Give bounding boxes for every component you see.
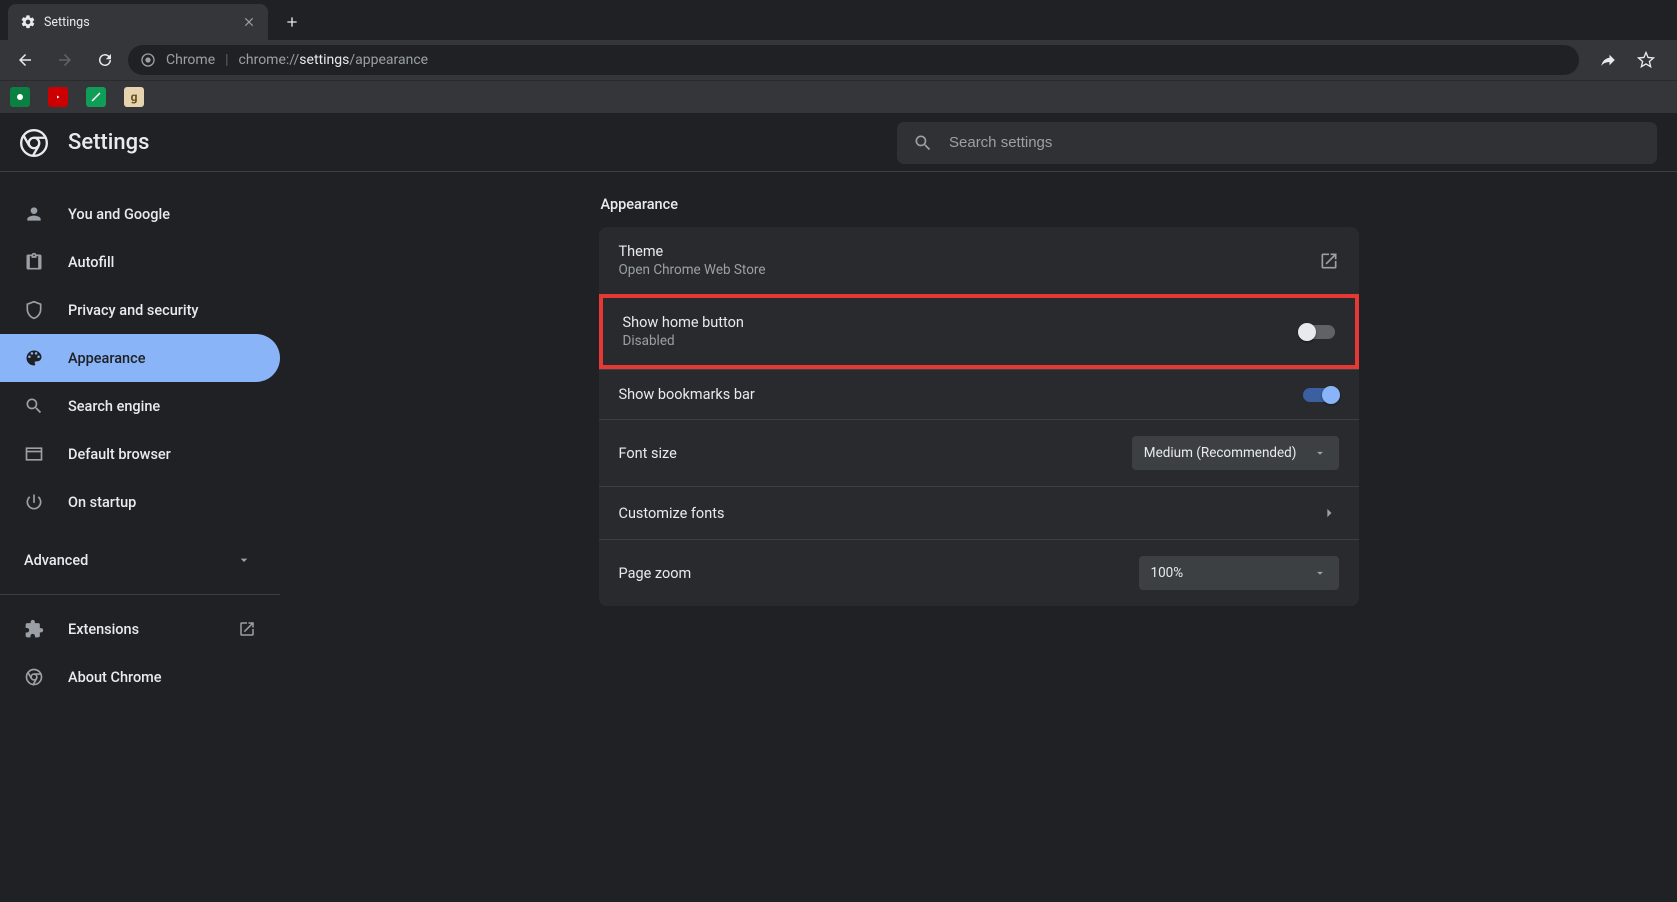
close-icon[interactable]: [242, 15, 256, 29]
url-strong: settings: [299, 52, 349, 68]
new-tab-button[interactable]: [276, 6, 308, 38]
bookmark-icon-3[interactable]: [86, 87, 106, 107]
chrome-logo-icon: [20, 129, 48, 157]
sidebar-item-autofill[interactable]: Autofill: [0, 238, 280, 286]
chevron-right-icon: [1319, 503, 1339, 523]
palette-icon: [24, 348, 44, 368]
sidebar-advanced-toggle[interactable]: Advanced: [0, 536, 280, 584]
shield-icon: [24, 300, 44, 320]
sidebar-item-label: Search engine: [68, 398, 160, 415]
open-external-icon: [238, 620, 256, 638]
sidebar-item-label: Extensions: [68, 621, 139, 638]
browser-toolbar: Chrome | chrome://settings/appearance: [0, 40, 1677, 80]
bookmark-icon-1[interactable]: [10, 87, 30, 107]
sidebar-item-on-startup[interactable]: On startup: [0, 478, 280, 526]
browser-tab[interactable]: Settings: [8, 4, 268, 40]
home-button-toggle[interactable]: [1299, 325, 1335, 339]
sidebar-item-label: Privacy and security: [68, 302, 199, 319]
back-button[interactable]: [8, 43, 42, 77]
font-size-select[interactable]: Medium (Recommended): [1132, 436, 1339, 470]
bookmark-icon-2[interactable]: [48, 87, 68, 107]
reload-button[interactable]: [88, 43, 122, 77]
url-suffix: /appearance: [349, 52, 428, 68]
bookmark-icon-4[interactable]: g: [124, 87, 144, 107]
omnibox[interactable]: Chrome | chrome://settings/appearance: [128, 45, 1579, 75]
page-zoom-select[interactable]: 100%: [1139, 556, 1339, 590]
search-settings-input[interactable]: [949, 134, 1641, 151]
bookmark-star-button[interactable]: [1629, 43, 1663, 77]
sidebar-item-label: On startup: [68, 494, 136, 511]
sidebar-item-you-and-google[interactable]: You and Google: [0, 190, 280, 238]
bookmarks-bar-label: Show bookmarks bar: [619, 386, 755, 403]
search-icon: [24, 396, 44, 416]
url-host: Chrome: [166, 52, 215, 68]
share-button[interactable]: [1591, 43, 1625, 77]
sidebar: You and Google Autofill Privacy and secu…: [0, 172, 280, 902]
bookmarks-bar-toggle[interactable]: [1303, 388, 1339, 402]
main-panel: Appearance Theme Open Chrome Web Store S…: [280, 172, 1677, 902]
gear-icon: [20, 14, 36, 30]
advanced-label: Advanced: [24, 552, 88, 569]
tab-strip: Settings: [0, 0, 1677, 40]
customize-fonts-label: Customize fonts: [619, 505, 725, 522]
page-zoom-label: Page zoom: [619, 565, 692, 582]
sidebar-item-about-chrome[interactable]: About Chrome: [0, 653, 280, 701]
bookmarks-bar: g: [0, 80, 1677, 114]
home-button-sublabel: Disabled: [623, 333, 744, 349]
section-title: Appearance: [601, 196, 1359, 213]
font-size-value: Medium (Recommended): [1144, 445, 1297, 461]
sidebar-item-search-engine[interactable]: Search engine: [0, 382, 280, 430]
chrome-icon: [24, 667, 44, 687]
sidebar-item-privacy[interactable]: Privacy and security: [0, 286, 280, 334]
clipboard-icon: [24, 252, 44, 272]
power-icon: [24, 492, 44, 512]
chevron-down-icon: [1313, 566, 1327, 580]
page-zoom-value: 100%: [1151, 565, 1184, 581]
sidebar-item-label: Default browser: [68, 446, 171, 463]
theme-label: Theme: [619, 243, 766, 260]
home-button-label: Show home button: [623, 314, 744, 331]
chevron-down-icon: [1313, 446, 1327, 460]
search-settings[interactable]: [897, 122, 1657, 164]
person-icon: [24, 204, 44, 224]
forward-button[interactable]: [48, 43, 82, 77]
sidebar-item-label: Appearance: [68, 350, 145, 367]
settings-header: Settings: [0, 114, 1677, 172]
url-prefix: chrome://: [239, 52, 300, 68]
browser-icon: [24, 444, 44, 464]
sidebar-item-extensions[interactable]: Extensions: [0, 605, 280, 653]
sidebar-item-appearance[interactable]: Appearance: [0, 334, 280, 382]
sidebar-item-label: Autofill: [68, 254, 114, 271]
chevron-down-icon: [236, 552, 252, 568]
customize-fonts-row[interactable]: Customize fonts: [599, 486, 1359, 539]
page-title: Settings: [68, 130, 149, 155]
divider: [0, 594, 280, 595]
content: You and Google Autofill Privacy and secu…: [0, 172, 1677, 902]
theme-row[interactable]: Theme Open Chrome Web Store: [599, 227, 1359, 294]
settings-card: Theme Open Chrome Web Store Show home bu…: [599, 227, 1359, 606]
search-icon: [913, 133, 933, 153]
sidebar-item-default-browser[interactable]: Default browser: [0, 430, 280, 478]
page-zoom-row: Page zoom 100%: [599, 539, 1359, 606]
font-size-label: Font size: [619, 445, 677, 462]
puzzle-icon: [24, 619, 44, 639]
tab-title: Settings: [44, 15, 90, 30]
show-bookmarks-bar-row: Show bookmarks bar: [599, 369, 1359, 419]
font-size-row: Font size Medium (Recommended): [599, 419, 1359, 486]
show-home-button-row: Show home button Disabled: [599, 294, 1359, 369]
theme-sublabel: Open Chrome Web Store: [619, 262, 766, 278]
sidebar-item-label: You and Google: [68, 206, 170, 223]
chrome-favicon-icon: [140, 52, 156, 68]
open-external-icon: [1319, 251, 1339, 271]
sidebar-item-label: About Chrome: [68, 669, 162, 686]
